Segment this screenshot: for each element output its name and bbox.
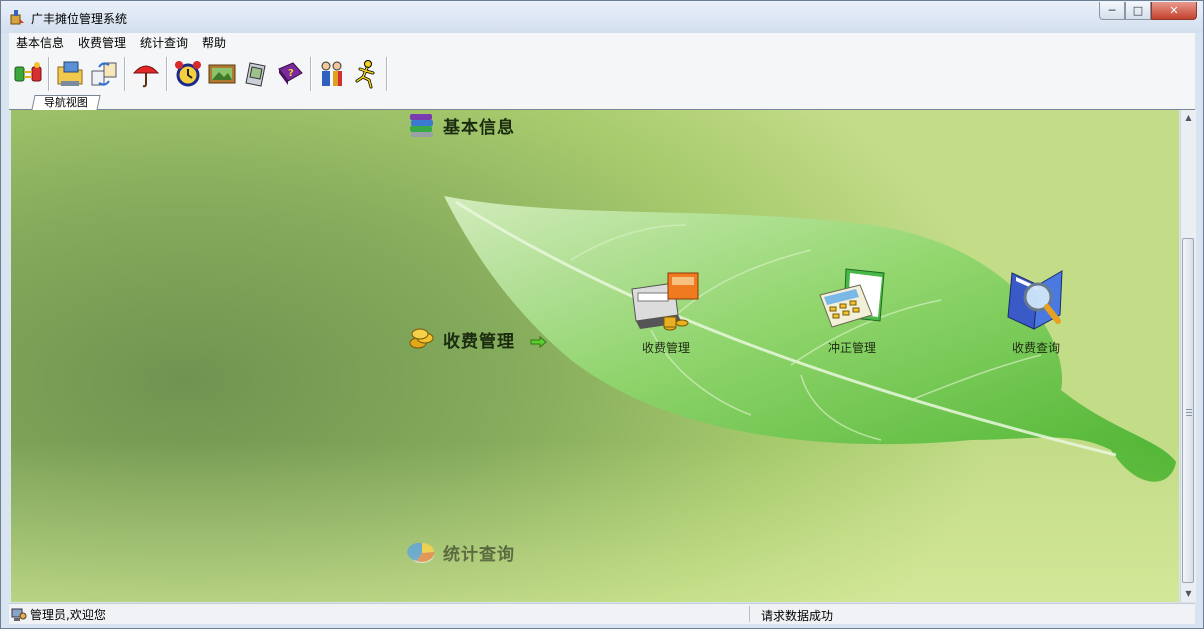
handheld-button[interactable]: [239, 56, 273, 92]
section-label: 统计查询: [443, 544, 515, 565]
exit-button[interactable]: [349, 56, 383, 92]
menu-help[interactable]: 帮助: [195, 33, 233, 53]
toolbar-separator: [48, 57, 50, 91]
toolbar-separator: [310, 57, 312, 91]
users-button[interactable]: [315, 56, 349, 92]
feature-label: 冲正管理: [827, 341, 876, 355]
app-icon: [10, 10, 24, 25]
book-magnifier-icon: [1007, 270, 1063, 330]
app-window: 广丰摊位管理系统 ─ □ ✕ 基本信息 收费管理 统计查询 帮助 ? 导航视图 …: [0, 0, 1204, 629]
status-message: 请求数据成功: [761, 609, 834, 623]
feature-fee-collect[interactable]: 收费管理: [611, 265, 721, 356]
users-icon: [321, 61, 342, 86]
section-basic-info[interactable]: 基本信息: [407, 110, 515, 140]
status-user-text: 管理员,欢迎您: [30, 608, 106, 622]
section-stats-query[interactable]: 统计查询: [407, 537, 515, 567]
svg-text:?: ?: [288, 68, 294, 79]
leaf-background: [444, 196, 1176, 482]
status-user: 管理员,欢迎您: [11, 606, 106, 623]
transfer-button[interactable]: [87, 56, 121, 92]
scroll-grip: [1186, 409, 1192, 416]
vertical-scrollbar[interactable]: ▲ ▼: [1180, 110, 1196, 602]
section-fee-management[interactable]: 收费管理: [407, 324, 549, 354]
scroll-up-button[interactable]: ▲: [1181, 110, 1196, 125]
toolbar-separator: [386, 57, 388, 91]
computer-folder-button[interactable]: [53, 56, 87, 92]
connect-icon: [14, 62, 42, 82]
maximize-button[interactable]: □: [1125, 2, 1151, 20]
books-stack-icon: [410, 114, 433, 137]
transfer-icon: [91, 62, 117, 86]
feature-label: 收费查询: [1011, 341, 1060, 355]
minimize-button[interactable]: ─: [1099, 2, 1125, 20]
user-computer-icon: [11, 608, 27, 621]
title-bar[interactable]: 广丰摊位管理系统 ─ □ ✕: [1, 1, 1203, 33]
exit-runner-icon: [355, 60, 375, 89]
window-title: 广丰摊位管理系统: [31, 12, 128, 26]
calculator-folder-icon: [819, 268, 885, 328]
tab-strip: 导航视图: [9, 95, 1195, 110]
umbrella-icon: [132, 65, 160, 88]
status-bar: 管理员,欢迎您 请求数据成功: [9, 603, 1195, 624]
toolbar-separator: [124, 57, 126, 91]
help-book-icon: ?: [278, 62, 303, 85]
folder-computer-icon: [57, 61, 83, 86]
navigation-panel: 基本信息 收费管理 统计查询 收费管理 冲正管理 收费查询: [11, 110, 1179, 602]
section-label: 基本信息: [443, 117, 515, 138]
status-divider: [749, 606, 750, 622]
toolbar-separator: [166, 57, 168, 91]
section-label: 收费管理: [443, 331, 515, 352]
feature-label: 收费管理: [641, 341, 690, 355]
handheld-device-icon: [245, 62, 266, 87]
scroll-down-button[interactable]: ▼: [1181, 586, 1196, 601]
picture-icon: [208, 64, 236, 84]
connect-button[interactable]: [11, 56, 45, 92]
menu-stats-query[interactable]: 统计查询: [133, 33, 195, 53]
menu-fee-management[interactable]: 收费管理: [71, 33, 133, 53]
alarm-clock-icon: [175, 61, 201, 87]
alarm-button[interactable]: [171, 56, 205, 92]
umbrella-button[interactable]: [129, 56, 163, 92]
menu-basic-info[interactable]: 基本信息: [9, 33, 71, 53]
feature-offset-manage[interactable]: 冲正管理: [797, 265, 907, 356]
tab-navigation-view[interactable]: 导航视图: [31, 95, 101, 110]
menu-bar: 基本信息 收费管理 统计查询 帮助: [9, 33, 1195, 53]
picture-button[interactable]: [205, 56, 239, 92]
help-book-button[interactable]: ?: [273, 56, 307, 92]
arrow-right-icon: [530, 335, 547, 349]
window-controls: ─ □ ✕: [1099, 2, 1197, 22]
coins-icon: [409, 328, 434, 349]
pie-chart-icon: [407, 542, 435, 563]
cash-register-icon: [631, 272, 699, 331]
close-button[interactable]: ✕: [1151, 2, 1197, 20]
feature-fee-query[interactable]: 收费查询: [981, 265, 1091, 356]
toolbar: ?: [9, 53, 1195, 95]
tab-label: 导航视图: [43, 96, 88, 109]
scroll-thumb[interactable]: [1182, 238, 1194, 583]
